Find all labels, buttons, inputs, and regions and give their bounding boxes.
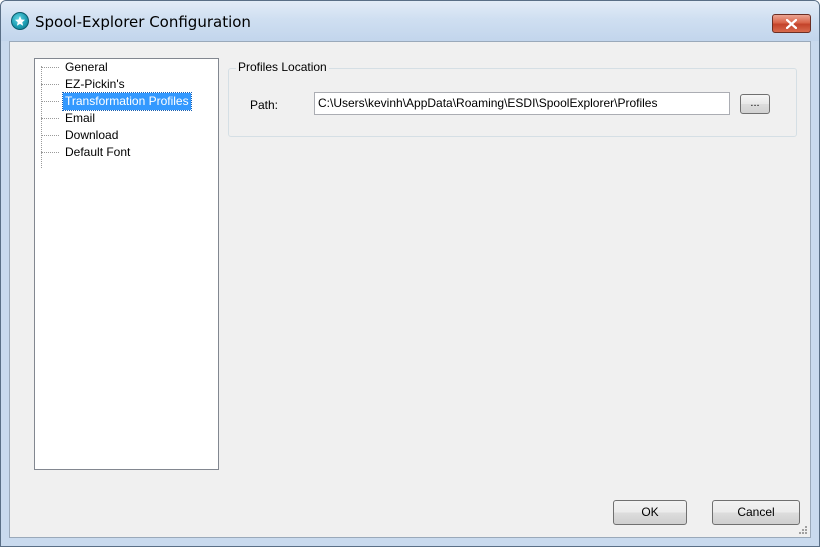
close-button[interactable] [772, 14, 811, 33]
settings-tree[interactable]: General EZ-Pickin's Transformation Profi… [34, 58, 219, 470]
tree-item-label: Transformation Profiles [62, 92, 192, 111]
dialog-body: General EZ-Pickin's Transformation Profi… [9, 41, 811, 538]
tree-item-label: Download [65, 128, 119, 142]
resize-grip-icon[interactable] [798, 525, 808, 535]
path-label: Path: [250, 98, 279, 112]
tree-item-email[interactable]: Email [35, 110, 218, 127]
tree-item-ez-pickins[interactable]: EZ-Pickin's [35, 76, 218, 93]
tree-item-label: Default Font [65, 145, 131, 159]
tree-item-label: EZ-Pickin's [65, 77, 125, 91]
ok-button[interactable]: OK [613, 500, 687, 525]
browse-button[interactable]: ... [740, 94, 770, 114]
cancel-button[interactable]: Cancel [712, 500, 800, 525]
profiles-location-title: Profiles Location [236, 60, 329, 74]
tree-item-label: Email [65, 111, 96, 125]
config-window: Spool-Explorer Configuration General EZ-… [0, 0, 820, 547]
tree-item-label: General [65, 60, 108, 74]
close-icon [786, 19, 797, 29]
tree-item-transformation-profiles[interactable]: Transformation Profiles [35, 92, 218, 111]
title-bar[interactable]: Spool-Explorer Configuration [1, 1, 819, 41]
path-field[interactable]: C:\Users\kevinh\AppData\Roaming\ESDI\Spo… [314, 92, 730, 115]
app-icon [11, 12, 29, 30]
tree-item-download[interactable]: Download [35, 127, 218, 144]
tree-item-general[interactable]: General [35, 59, 218, 76]
window-title: Spool-Explorer Configuration [35, 13, 251, 31]
tree-item-default-font[interactable]: Default Font [35, 144, 218, 161]
